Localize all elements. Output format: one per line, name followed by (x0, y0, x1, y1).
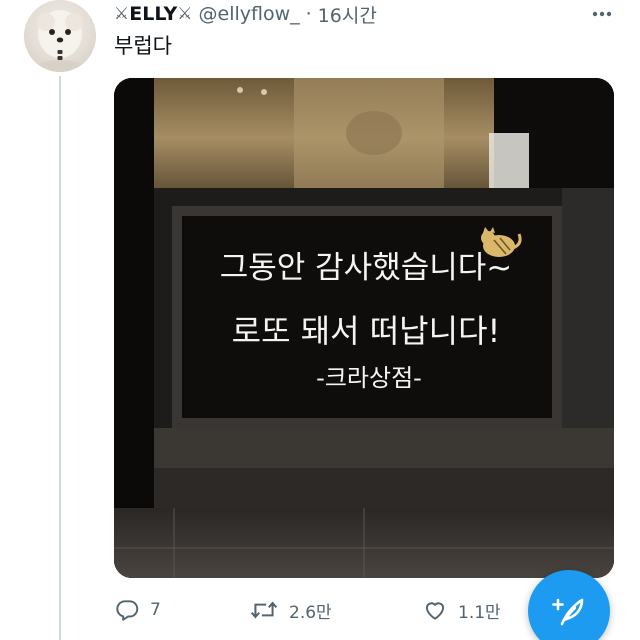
tweet-screen: ⚔ ELLY ⚔ @ellyflow_ · 16시간 부럽다 그동안 감사했습니… (0, 0, 640, 640)
photo-content: 그동안 감사했습니다~ 로또 돼서 떠납니다! -크라상점- (114, 78, 614, 578)
display-name[interactable]: ⚔ ELLY ⚔ (114, 3, 193, 25)
tweet-photo[interactable]: 그동안 감사했습니다~ 로또 돼서 떠납니다! -크라상점- (114, 78, 614, 578)
timestamp[interactable]: 16시간 (318, 1, 377, 28)
sign-line-1: 그동안 감사했습니다~ (220, 250, 513, 286)
retweet-button[interactable]: 2.6만 (249, 595, 332, 625)
like-button[interactable]: 1.1만 (422, 595, 501, 625)
separator-dot: · (305, 3, 312, 25)
user-handle[interactable]: @ellyflow_ (199, 3, 300, 25)
sign-line-2: 로또 돼서 떠납니다! (232, 312, 501, 350)
tweet-header: ⚔ ELLY ⚔ @ellyflow_ · 16시간 (114, 0, 377, 28)
reply-count: 7 (150, 600, 161, 620)
retweet-count: 2.6만 (289, 602, 332, 623)
reply-button[interactable]: 7 (114, 595, 161, 625)
reply-icon (116, 600, 139, 621)
more-options-icon[interactable] (590, 2, 614, 26)
compose-tweet-button[interactable] (528, 570, 610, 640)
tweet-text: 부럽다 (114, 34, 172, 58)
sign-line-3: -크라상점- (316, 364, 422, 392)
like-count: 1.1만 (458, 602, 501, 623)
heart-icon (425, 602, 445, 620)
retweet-icon (250, 601, 278, 619)
compose-feather-icon (552, 598, 584, 626)
avatar-image (34, 10, 86, 72)
crossed-swords-icon: ⚔ (177, 4, 193, 24)
display-name-text: ELLY (129, 3, 178, 25)
thread-line (59, 76, 61, 640)
crossed-swords-icon: ⚔ (114, 4, 130, 24)
avatar[interactable] (24, 0, 96, 72)
